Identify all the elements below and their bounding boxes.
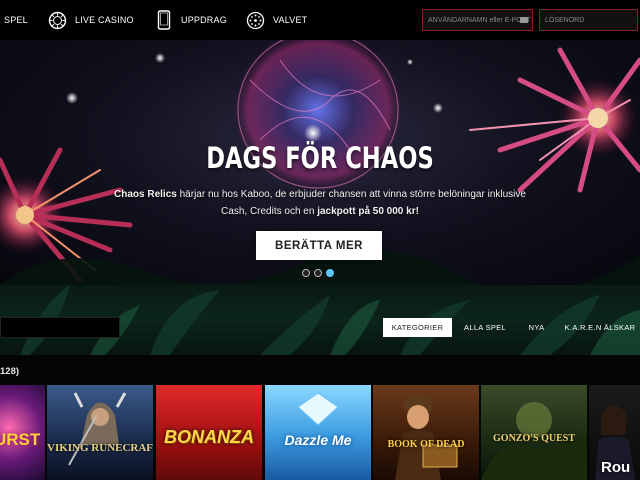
hero-game-name: Chaos Relics: [114, 189, 177, 200]
tab-karen-alskar[interactable]: K.A.R.E.N ÄLSKAR: [561, 318, 639, 337]
top-navigation: SPEL LIVE CASINO UPPDRAG VALVET ANVÄNDAR…: [0, 0, 640, 40]
game-search-input[interactable]: [0, 317, 120, 338]
hero-banner: DAGS FÖR CHAOS Chaos Relics härjar nu ho…: [0, 40, 640, 285]
hero-jackpot: jackpott på 50 000 kr!: [317, 206, 419, 217]
hero-description: Chaos Relics härjar nu hos Kaboo, de erb…: [0, 186, 640, 220]
game-tile-roulette[interactable]: Rou: [589, 385, 640, 480]
hero-text-line-1: härjar nu hos Kaboo, de erbjuder chansen…: [176, 189, 526, 200]
tab-nya[interactable]: NYA: [520, 318, 553, 337]
tab-alla-spel[interactable]: ALLA SPEL: [458, 318, 512, 337]
nav-live-casino-label: LIVE CASINO: [75, 15, 134, 25]
viking-artwork: [68, 392, 127, 466]
game-title: BOOK OF DEAD: [387, 439, 465, 450]
game-title: URST: [0, 430, 41, 449]
nav-spel[interactable]: SPEL: [4, 0, 28, 40]
password-placeholder: LÖSENORD: [545, 16, 585, 24]
nav-valvet[interactable]: VALVET: [246, 0, 307, 40]
casino-chip-icon: [48, 11, 67, 30]
carousel-dot-2[interactable]: [314, 269, 322, 277]
password-input[interactable]: LÖSENORD: [539, 9, 638, 31]
game-count: 128): [0, 366, 20, 377]
hero-text-line-2: Cash, Credits och en: [221, 206, 318, 217]
autofill-key-icon: [520, 17, 528, 23]
nav-valvet-label: VALVET: [273, 15, 308, 25]
nav-uppdrag-label: UPPDRAG: [181, 15, 227, 25]
nav-spel-label: SPEL: [4, 15, 28, 25]
game-title: VIKING RUNECRAFT: [47, 442, 153, 454]
game-tile-bonanza[interactable]: BONANZA: [156, 385, 262, 480]
game-tile-book-of-dead[interactable]: BOOK OF DEAD: [373, 385, 479, 480]
game-title: GONZO'S QUEST: [493, 433, 575, 444]
nav-uppdrag[interactable]: UPPDRAG: [154, 0, 227, 40]
vault-icon: [246, 11, 265, 30]
game-title: BONANZA: [164, 427, 254, 447]
username-input[interactable]: ANVÄNDARNAMN eller E-POST: [422, 9, 533, 31]
game-title: Rou: [601, 459, 631, 476]
game-title: Dazzle Me: [284, 432, 352, 448]
carousel-dot-1[interactable]: [302, 269, 310, 277]
hero-title: DAGS FÖR CHAOS: [206, 141, 434, 175]
nav-live-casino[interactable]: LIVE CASINO: [48, 0, 134, 40]
game-tile-dazzle-me[interactable]: Dazzle Me: [265, 385, 371, 480]
carousel-dots: [302, 269, 334, 277]
explorer-artwork: [395, 395, 458, 480]
game-tile-starburst[interactable]: URST: [0, 385, 45, 480]
read-more-button[interactable]: BERÄTTA MER: [256, 231, 382, 260]
game-tile-viking-runecraft[interactable]: VIKING RUNECRAFT: [47, 385, 153, 480]
carousel-dot-3[interactable]: [326, 269, 334, 277]
game-tile-gonzos-quest[interactable]: GONZO'S QUEST: [481, 385, 587, 480]
phone-icon: [154, 10, 173, 30]
username-placeholder: ANVÄNDARNAMN eller E-POST: [428, 16, 531, 24]
tab-kategorier[interactable]: KATEGORIER: [383, 318, 452, 337]
